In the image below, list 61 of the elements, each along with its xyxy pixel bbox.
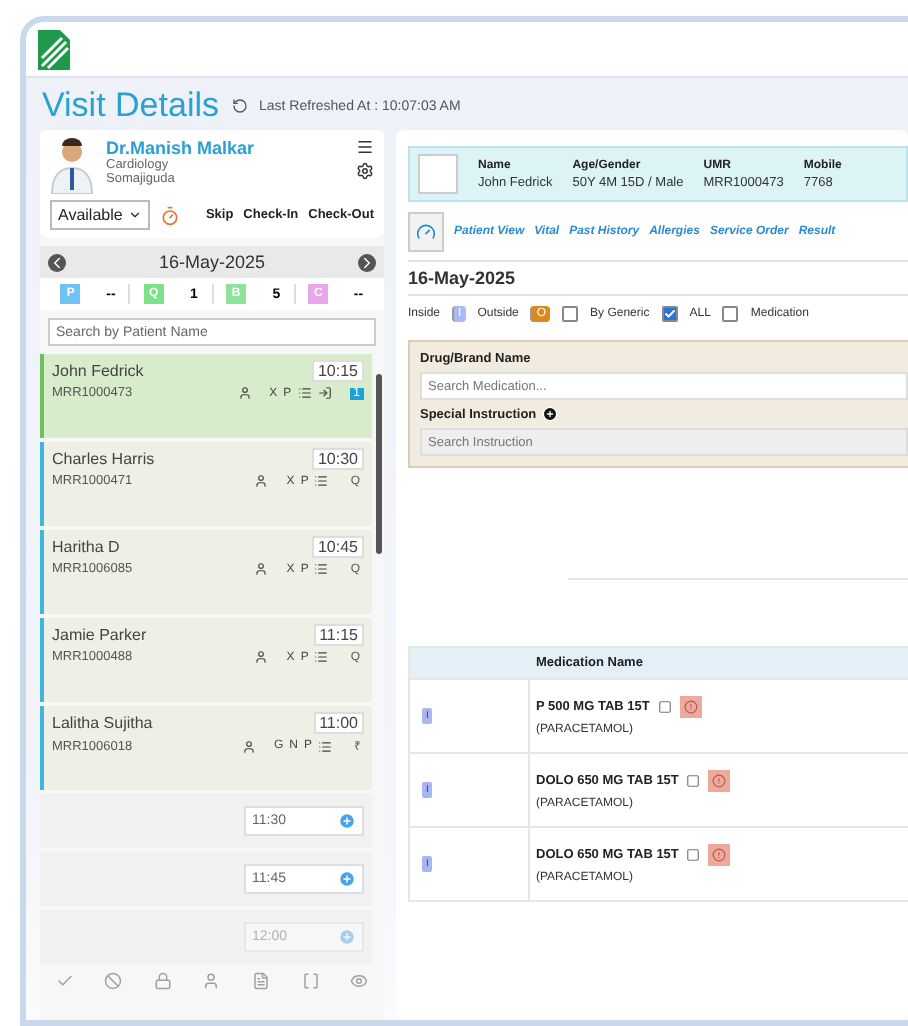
appointment-time: 10:15	[311, 360, 364, 382]
brackets-icon[interactable]	[301, 972, 320, 990]
person-icon[interactable]	[254, 562, 269, 576]
document-icon[interactable]	[252, 972, 271, 990]
info-button[interactable]	[679, 696, 702, 718]
square-icon[interactable]	[686, 848, 701, 862]
lock-icon[interactable]	[153, 972, 172, 990]
info-button[interactable]	[708, 844, 731, 866]
list-icon[interactable]	[314, 562, 329, 576]
dashboard-button[interactable]	[408, 212, 444, 252]
check-icon[interactable]	[55, 972, 74, 990]
appointment-time: 11:15	[313, 624, 364, 646]
add-icon[interactable]	[542, 406, 559, 422]
person-icon[interactable]	[241, 739, 256, 753]
checkbox[interactable]	[562, 306, 579, 322]
previous-icon[interactable]	[48, 253, 66, 271]
alert-icon	[712, 774, 727, 788]
list-icon[interactable]	[297, 386, 312, 400]
person-icon[interactable]	[254, 650, 269, 664]
list-icon[interactable]	[314, 650, 329, 664]
doctor-name: Dr.Manish Malkar	[106, 138, 257, 158]
plus-icon	[338, 928, 356, 946]
gauge-icon	[416, 222, 436, 242]
page-title: Visit Details	[42, 86, 219, 126]
square-icon[interactable]	[657, 700, 672, 714]
person-icon[interactable]	[237, 386, 252, 400]
status-dropdown[interactable]: Available	[50, 200, 151, 230]
check-in-icon[interactable]	[317, 386, 332, 400]
doctor-avatar-icon	[50, 138, 94, 194]
square-icon[interactable]	[686, 774, 701, 788]
menu-icon[interactable]	[356, 138, 374, 156]
date-text: 16-May-2025	[158, 252, 266, 272]
list-icon[interactable]	[318, 739, 332, 753]
list-icon[interactable]	[314, 474, 329, 488]
checkbox[interactable]	[661, 306, 678, 322]
visit-date: 16-May-2025	[408, 262, 908, 296]
refresh-icon[interactable]	[231, 98, 247, 114]
alert-icon	[683, 700, 698, 714]
patient-name: Jamie Parker	[52, 626, 147, 644]
checkbox[interactable]	[722, 306, 739, 322]
plus-icon	[338, 870, 356, 888]
appointment-time: 10:45	[311, 536, 364, 558]
cancel-icon[interactable]	[104, 972, 123, 990]
patient-name: Haritha D	[52, 538, 120, 556]
appointment-time: 11:00	[313, 712, 364, 734]
appointment-time: 10:30	[311, 448, 364, 470]
person-icon[interactable]	[254, 474, 269, 488]
timer-icon[interactable]	[160, 205, 181, 225]
scrollbar[interactable]	[376, 374, 382, 554]
settings-icon[interactable]	[356, 162, 374, 180]
patient-photo	[418, 154, 458, 194]
next-icon[interactable]	[358, 253, 376, 271]
logo-icon	[38, 29, 70, 69]
info-button[interactable]	[708, 770, 731, 792]
patient-name: John Fedrick	[52, 362, 144, 380]
plus-icon	[338, 812, 356, 830]
eye-icon[interactable]	[350, 972, 369, 990]
patient-name: Lalitha Sujitha	[52, 714, 153, 732]
patient-name: Charles Harris	[52, 450, 155, 468]
caret-icon	[128, 208, 143, 222]
alert-icon	[712, 848, 727, 862]
